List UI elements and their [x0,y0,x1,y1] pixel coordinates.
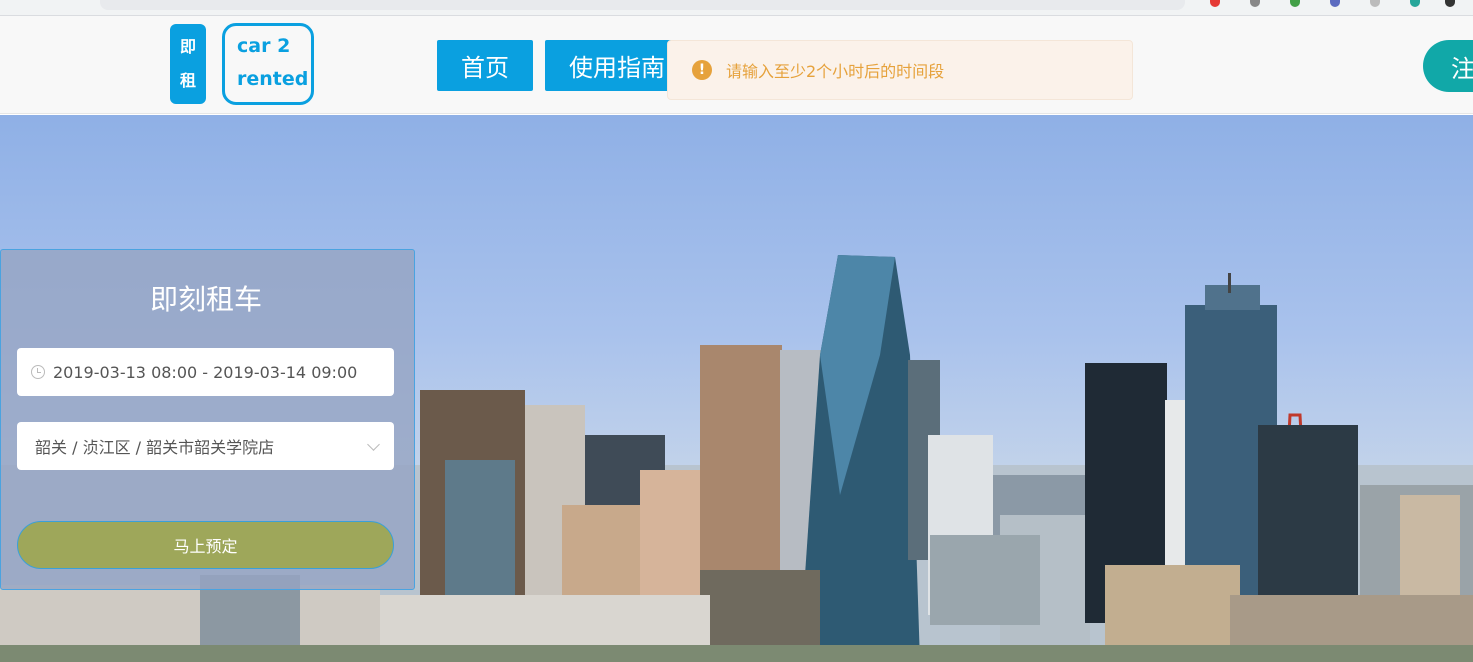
toast-message: 请输入至少2个小时后的时间段 [726,62,945,81]
extension-icon[interactable] [1370,0,1380,7]
extension-icon[interactable] [1330,0,1340,7]
clock-icon [31,365,45,379]
register-button[interactable]: 注 [1423,40,1473,92]
book-now-button[interactable]: 马上预定 [17,521,394,569]
date-range-value: 2019-03-13 08:00 - 2019-03-14 09:00 [53,362,358,382]
browser-toolbar [0,0,1473,16]
nav-guide-button[interactable]: 使用指南 [545,40,685,91]
extension-icon[interactable] [1290,0,1300,7]
booking-title: 即刻租车 [149,283,262,316]
logo-wordmark-line: car 2 [237,35,291,57]
rental-date-range-picker[interactable]: 2019-03-13 08:00 - 2019-03-14 09:00 [17,348,394,396]
logo-wordmark[interactable]: car 2 rented [222,23,314,105]
extension-icon[interactable] [1250,0,1260,7]
logo-wordmark-line: rented [237,68,309,90]
warning-toast: ! 请输入至少2个小时后的时间段 [667,40,1133,100]
logo-mark[interactable]: 即 租 [170,24,206,104]
extension-icon[interactable] [1210,0,1220,7]
chevron-down-icon [367,438,380,451]
logo-mark-char: 即 [179,37,196,56]
store-value: 韶关 / 浈江区 / 韶关市韶关学院店 [35,438,275,457]
extension-icon[interactable] [1445,0,1455,7]
address-bar[interactable] [100,0,1185,10]
warning-icon: ! [692,60,712,80]
booking-panel: 即刻租车 2019-03-13 08:00 - 2019-03-14 09:00… [0,249,415,590]
store-cascader[interactable]: 韶关 / 浈江区 / 韶关市韶关学院店 [17,422,394,470]
nav-home-button[interactable]: 首页 [437,40,533,91]
extension-icon[interactable] [1410,0,1420,7]
logo-mark-char: 租 [179,71,196,90]
